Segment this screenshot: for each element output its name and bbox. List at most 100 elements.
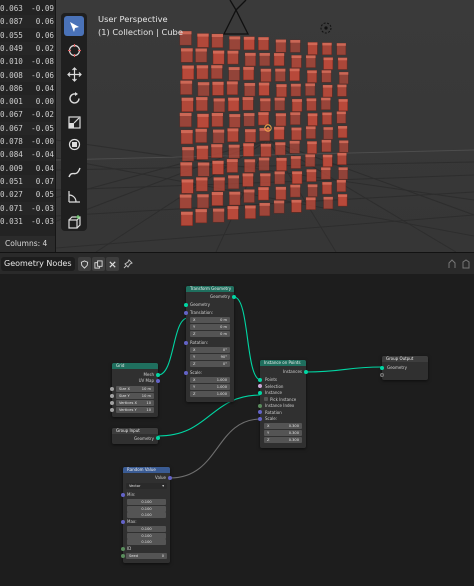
value-socket[interactable] [168,476,172,480]
measure-icon[interactable] [64,186,84,206]
input-socket[interactable] [258,390,262,395]
cube-highlight [181,48,193,52]
value-field[interactable]: Y 1.000 [190,384,230,390]
cube-highlight [291,199,302,203]
annotate-icon[interactable] [64,162,84,182]
mesh-socket[interactable] [156,373,160,377]
cube-highlight [243,189,255,193]
cube-highlight [289,140,300,144]
spreadsheet-row: 0.010 -0.08 [0,55,55,68]
id-socket[interactable] [121,547,125,551]
value-field[interactable]: X 0° [190,347,230,353]
value-field[interactable]: Y 0.300 [264,430,302,436]
pin-icon[interactable] [122,257,134,271]
move-icon[interactable] [64,64,84,84]
input-socket[interactable] [258,416,262,421]
cube-highlight [258,187,269,190]
cursor-icon[interactable] [64,40,84,60]
input-socket[interactable] [184,303,188,307]
uv-socket[interactable] [156,379,160,383]
cube-highlight [322,42,332,46]
max-socket[interactable] [121,520,125,524]
fake-user-icon[interactable] [78,257,91,271]
node-tree-name-field[interactable]: Geometry Nodes [1,257,75,271]
value-field[interactable]: X0 m [190,317,230,323]
cube-highlight [336,179,346,183]
viewport-title: User Perspective [98,14,168,24]
seed-field[interactable]: Seed 0 [126,553,167,559]
value-field[interactable]: 0.100 [127,499,166,505]
cube-highlight [196,97,208,101]
scale-socket[interactable] [184,371,188,375]
cube-highlight [258,112,269,115]
value-field[interactable]: Vertices Y 10 [116,407,154,413]
value-field[interactable]: Y 90° [190,354,230,360]
value-field[interactable]: Z 0° [190,361,230,367]
value-field[interactable]: 0.100 [127,532,166,539]
value-field[interactable]: Z0 m [190,331,230,337]
cube-highlight [226,81,238,85]
transform-icon[interactable] [64,134,84,154]
translation-socket[interactable] [184,311,188,315]
grid-node[interactable]: Grid Mesh UV Map Size X 10 m Size Y 10 m Ver… [110,363,160,417]
scale-icon[interactable] [64,112,84,132]
geometry-socket[interactable] [380,366,384,370]
value-field[interactable]: 0.100 [127,526,166,532]
duplicate-icon[interactable] [92,257,105,271]
cube-highlight [227,128,239,132]
node-canvas[interactable]: Transform Geometry Geometry Geometry Tra… [0,274,474,586]
cube-highlight [197,82,210,86]
value-field[interactable]: X 0.300 [264,423,302,429]
input-socket[interactable] [258,410,262,414]
value-field[interactable]: Vertices X 10 [116,400,154,406]
value-field[interactable]: Size X 10 m [116,386,154,392]
rotate-icon[interactable] [64,88,84,108]
cube-highlight [290,40,301,43]
geometry-socket[interactable] [156,436,160,440]
cell-value: 0.063 [0,4,23,13]
group-input-node[interactable]: Group Input Geometry [112,428,160,444]
value-field[interactable]: 0.100 [127,539,166,545]
value-field[interactable]: Y0 m [190,324,230,330]
input-socket[interactable] [110,408,114,412]
value-field[interactable]: 0.100 [127,505,166,512]
cell-value: 0.031 [0,216,23,226]
min-socket[interactable] [121,493,125,497]
select-box-icon[interactable] [64,16,84,36]
empty-socket[interactable] [380,373,384,377]
input-socket[interactable] [258,403,262,408]
value-field[interactable]: Z 1.000 [190,391,230,397]
add-cube-icon[interactable] [64,212,84,232]
id-label: ID [127,546,132,551]
rotation-socket[interactable] [184,341,188,345]
value-field[interactable]: 0.100 [127,512,166,518]
group-output-node[interactable]: Group Output Geometry [380,356,428,380]
seed-socket[interactable] [121,554,125,558]
3d-viewport[interactable]: User Perspective (1) Collection | Cube [56,0,474,252]
random-value-node[interactable]: Random Value Value Vector ▾ Min: 0.100 0.1… [121,467,172,563]
input-socket[interactable] [258,377,262,382]
input-socket[interactable] [110,394,114,398]
input-socket[interactable] [110,387,114,391]
value-field[interactable]: X 1.000 [190,377,230,383]
cube-highlight [276,157,287,161]
instances-socket[interactable] [304,370,308,374]
close-icon[interactable] [106,257,119,271]
output-uv-label: UV Map [138,378,154,383]
cube-highlight [336,111,346,115]
pick-instance-checkbox[interactable] [264,397,268,401]
cube-highlight [306,55,316,59]
output-socket[interactable] [232,295,236,299]
transform-geometry-node[interactable]: Transform Geometry Geometry Geometry Tra… [184,286,236,402]
data-type-dropdown[interactable]: Vector ▾ [126,483,167,489]
cube-highlight [290,184,301,188]
cube-highlight [322,154,333,158]
value-field[interactable]: Z 0.300 [264,437,302,443]
instance-on-points-node[interactable]: Instance on Points Instances Points Selec… [258,360,308,448]
value-field[interactable]: Size Y 10 m [116,393,154,399]
input-socket[interactable] [258,384,262,388]
cube-highlight [306,126,316,130]
node-title: Group Input [112,428,158,434]
input-socket[interactable] [110,401,114,405]
cube-highlight [307,113,318,117]
